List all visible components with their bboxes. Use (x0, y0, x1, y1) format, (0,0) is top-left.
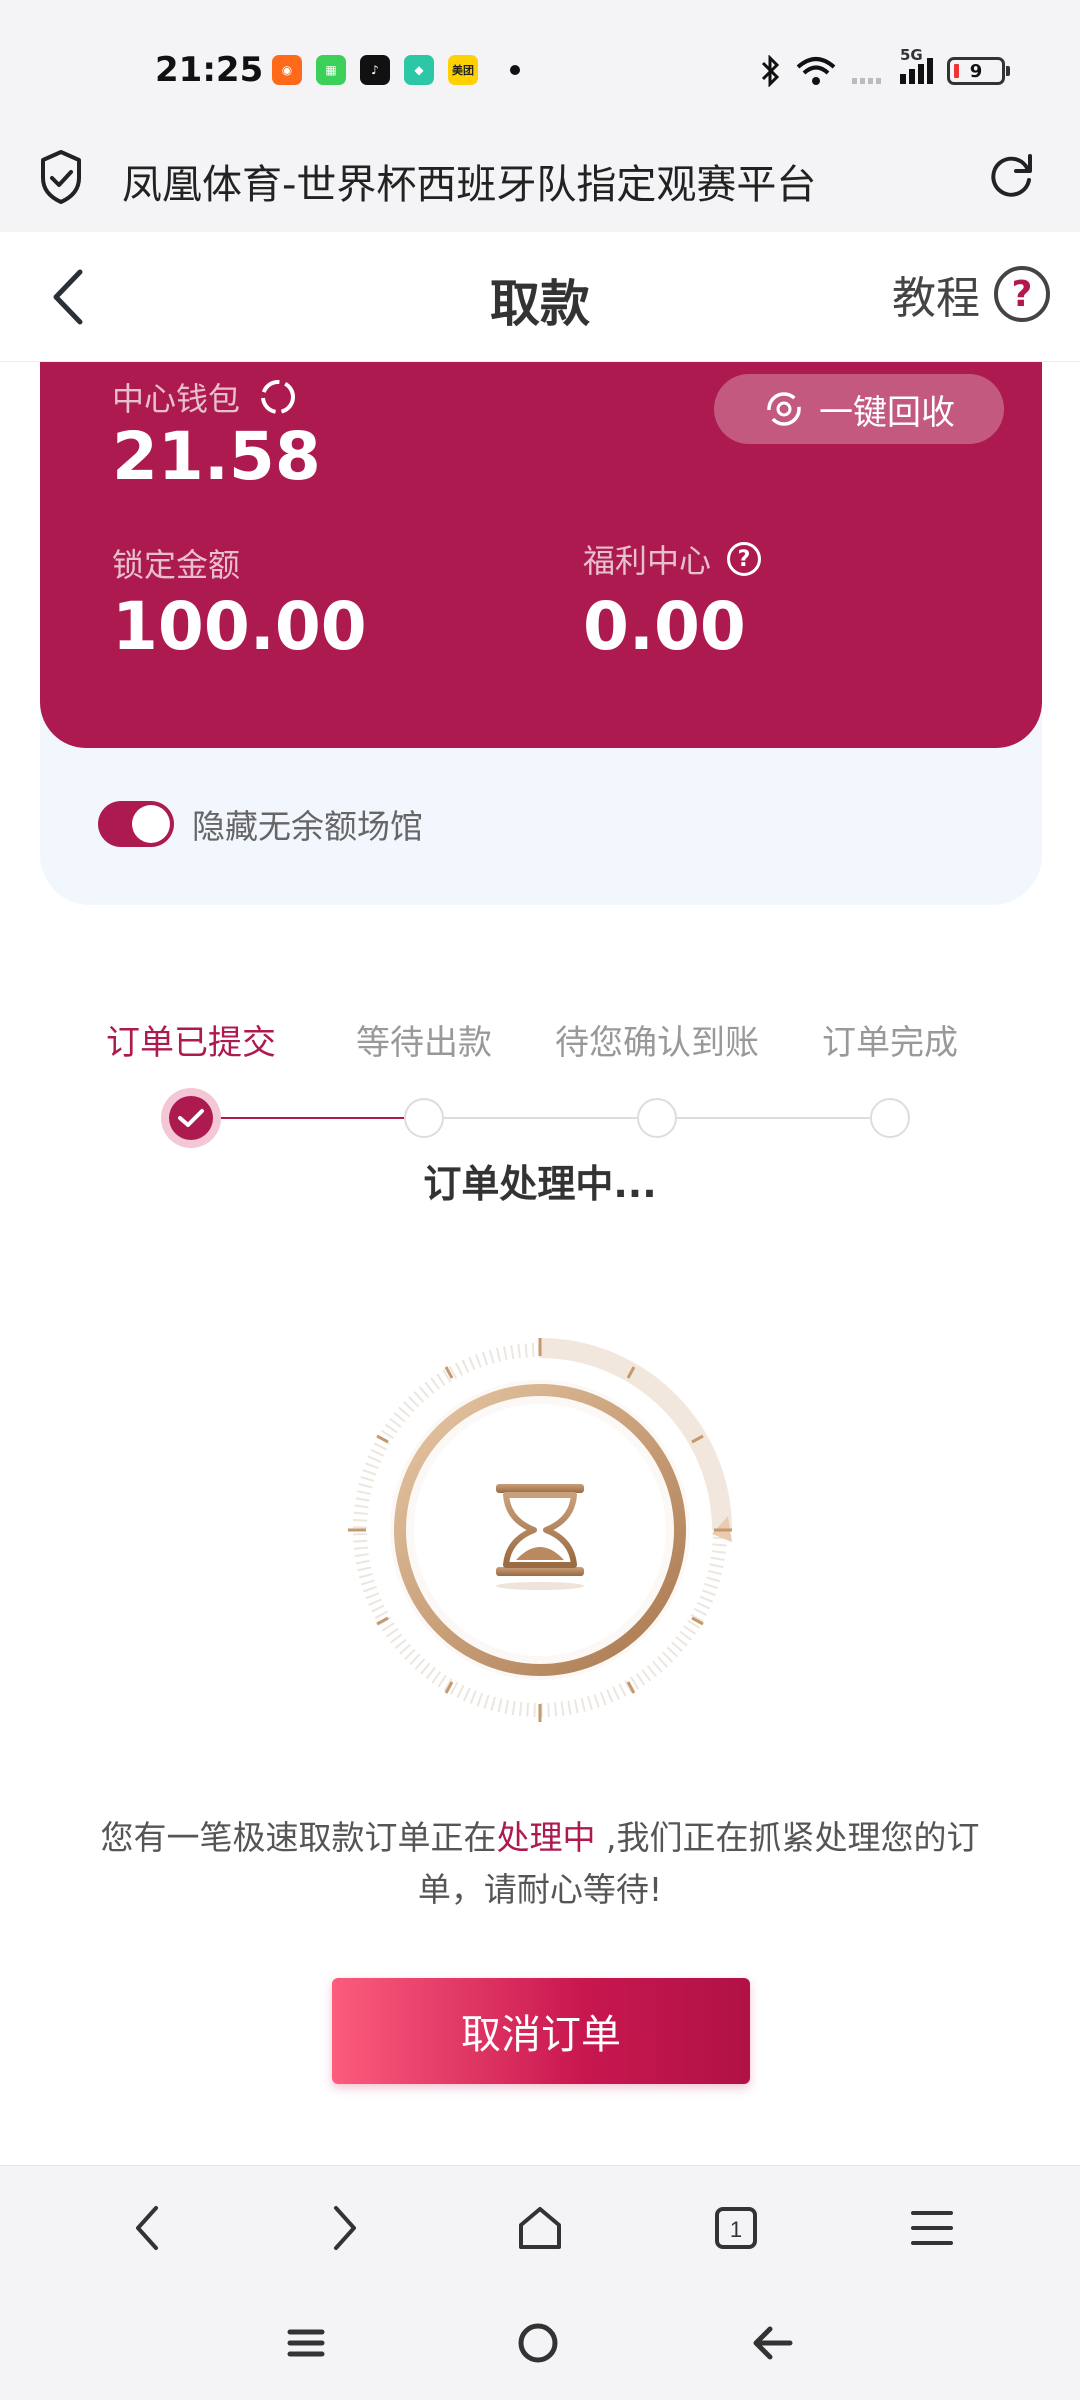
locked-amount-label: 锁定金额 (112, 546, 241, 584)
message-highlight: 处理中 (496, 1818, 596, 1857)
processing-message: 您有一笔极速取款订单正在处理中 ,我们正在抓紧处理您的订单，请耐心等待! (80, 1812, 1000, 1916)
tiktok-icon: ♪ (360, 55, 390, 85)
app-orange-icon: ◉ (272, 55, 302, 85)
network-type: 5G (900, 46, 923, 64)
hide-empty-venues-row: 隐藏无余额场馆 (98, 800, 423, 848)
battery-icon: 9 (947, 57, 1010, 85)
reload-icon[interactable] (982, 146, 1040, 204)
cancel-order-button[interactable]: 取消订单 (332, 1978, 750, 2084)
checkmark-icon (178, 1109, 204, 1127)
battery-level: 9 (969, 60, 983, 82)
browser-menu-icon[interactable] (892, 2188, 972, 2268)
hide-empty-venues-toggle[interactable] (98, 801, 174, 847)
status-app-icons: ◉ ▦ ♪ ◆ 美团 (272, 55, 520, 85)
center-wallet-value: 21.58 (112, 418, 321, 495)
home-circle-icon[interactable] (516, 2321, 560, 2369)
one-click-recycle-button[interactable]: 一键回收 (714, 374, 1004, 444)
welfare-help-icon[interactable]: ? (727, 542, 762, 576)
browser-address-bar[interactable]: 凤凰体育-世界杯西班牙队指定观赛平台 (0, 130, 1080, 232)
browser-tabs-icon[interactable]: 1 (696, 2188, 776, 2268)
step-done-marker (161, 1088, 221, 1148)
welfare-label-row: 福利中心 ? (583, 536, 762, 582)
order-progress-steps: 订单已提交 等待出款 待您确认到账 订单完成 (0, 1015, 1080, 1155)
hide-empty-venues-label: 隐藏无余额场馆 (192, 807, 423, 846)
meituan-icon: 美团 (448, 55, 478, 85)
browser-home-icon[interactable] (500, 2188, 580, 2268)
page-header: 取款 教程 ? (0, 232, 1080, 362)
status-time: 21:25 (155, 50, 264, 90)
signal-empty-icon (852, 78, 881, 84)
system-nav-bar (0, 2290, 1080, 2400)
refresh-icon[interactable] (258, 377, 298, 417)
status-indicators: 5G 9 (760, 46, 1010, 87)
step-dot (637, 1098, 677, 1138)
recycle-icon (767, 392, 801, 426)
step-dot (870, 1098, 910, 1138)
step-label-confirm-receipt: 待您确认到账 (555, 1023, 759, 1063)
browser-forward-icon[interactable] (304, 2188, 384, 2268)
wifi-icon (796, 57, 836, 85)
tutorial-label: 教程 (892, 273, 980, 324)
hourglass-icon (348, 1338, 732, 1722)
system-back-icon[interactable] (750, 2321, 794, 2369)
bluetooth-icon (761, 55, 780, 87)
message-part-1: 您有一笔极速取款订单正在 (100, 1818, 497, 1857)
locked-amount-value: 100.00 (112, 588, 367, 665)
welfare-center-value: 0.00 (583, 588, 746, 665)
browser-back-icon[interactable] (108, 2188, 188, 2268)
step-connector (677, 1117, 870, 1119)
recent-apps-icon[interactable] (286, 2323, 326, 2367)
step-connector (444, 1117, 637, 1119)
tutorial-button[interactable]: 教程 ? (892, 262, 1050, 326)
center-wallet-label-row: 中心钱包 (112, 374, 298, 420)
notification-dot-icon (510, 65, 520, 75)
step-label-submitted: 订单已提交 (106, 1023, 276, 1063)
step-label-awaiting-payout: 等待出款 (356, 1023, 492, 1063)
help-question-icon: ? (994, 266, 1050, 322)
welfare-center-label: 福利中心 (583, 542, 712, 580)
wallet-card: 中心钱包 21.58 一键回收 锁定金额 100.00 福利中心 ? 0.00 (40, 362, 1042, 748)
step-dot (404, 1098, 444, 1138)
step-label-completed: 订单完成 (822, 1023, 958, 1063)
browser-bottom-nav: 1 (0, 2165, 1080, 2290)
svg-text:1: 1 (730, 2217, 742, 2242)
recycle-label: 一键回收 (819, 392, 955, 433)
shield-check-icon[interactable] (38, 148, 84, 206)
status-bar: 21:25 ◉ ▦ ♪ ◆ 美团 5G 9 (0, 0, 1080, 130)
center-wallet-label: 中心钱包 (112, 380, 241, 418)
app-teal-icon: ◆ (404, 55, 434, 85)
step-connector (215, 1117, 405, 1119)
browser-page-title[interactable]: 凤凰体育-世界杯西班牙队指定观赛平台 (122, 152, 816, 210)
app-green-icon: ▦ (316, 55, 346, 85)
hourglass-timer-graphic (340, 1320, 760, 1740)
signal-5g-icon: 5G (900, 46, 933, 84)
order-status-text: 订单处理中... (423, 1162, 657, 1206)
